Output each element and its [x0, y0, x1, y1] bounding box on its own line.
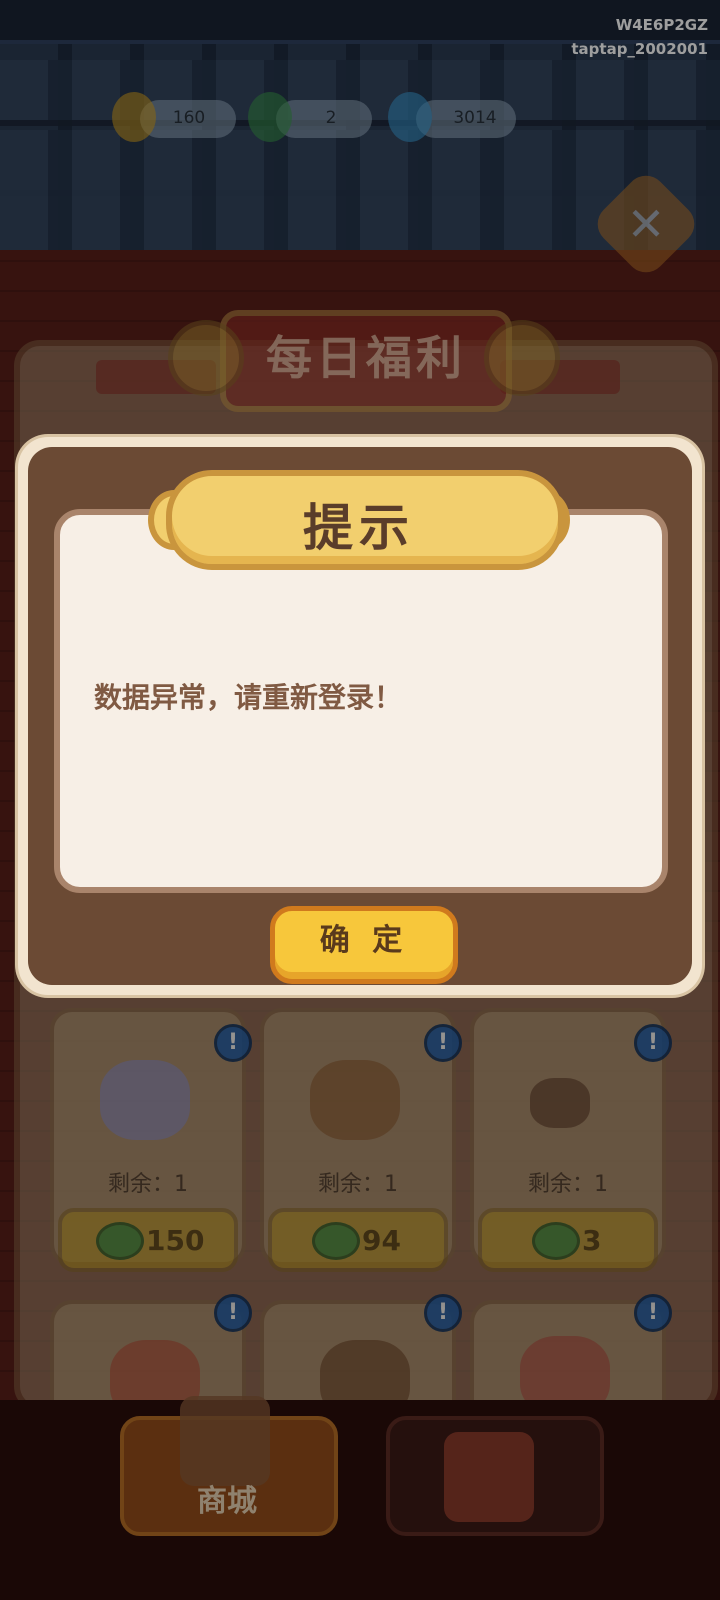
- dialog-title: 提示: [303, 499, 415, 557]
- dialog-message: 数据异常，请重新登录！: [94, 681, 403, 714]
- confirm-button-label: 确 定: [319, 923, 409, 958]
- confirm-button[interactable]: 确 定: [270, 906, 458, 984]
